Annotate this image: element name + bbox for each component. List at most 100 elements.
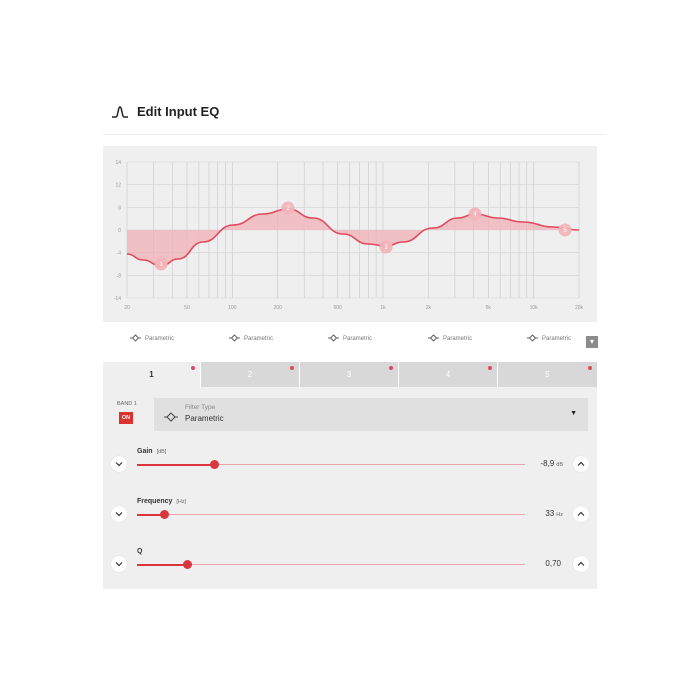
band-on-toggle[interactable]: ON	[119, 412, 133, 424]
chevron-up-icon	[577, 561, 585, 566]
band-active-dot	[588, 366, 592, 370]
y-tick-label: 14	[115, 160, 121, 166]
param-label: Frequency [Hz]	[137, 498, 186, 505]
parametric-filter-icon	[527, 334, 538, 344]
band-strip-label: Parametric	[343, 336, 373, 342]
gain-decrease-button[interactable]	[111, 456, 127, 472]
band-label: BAND 1	[117, 401, 137, 407]
tab-band-1[interactable]: 1	[103, 362, 200, 387]
gain-increase-button[interactable]	[573, 456, 589, 472]
frequency-control: Frequency [Hz] 33 Hz	[103, 498, 597, 534]
tab-band-4[interactable]: 4	[399, 362, 497, 387]
x-tick-label: 500	[333, 305, 342, 311]
param-unit: [Hz]	[176, 499, 187, 505]
x-tick-label: 10k	[530, 305, 539, 311]
tab-band-3[interactable]: 3	[300, 362, 398, 387]
chevron-down-icon	[115, 512, 123, 517]
param-name: Frequency	[137, 498, 173, 505]
filter-type-caption: Filter Type	[185, 404, 216, 411]
q-slider-fill	[137, 563, 188, 566]
x-tick-label: 100	[228, 305, 237, 311]
tab-label: 5	[545, 370, 550, 379]
band-strip-menu-button[interactable]: ▾	[586, 336, 598, 348]
q-control: Q 0,70	[103, 548, 597, 584]
q-value: 0,70	[545, 559, 563, 568]
param-label: Q	[137, 548, 146, 555]
gain-slider-handle[interactable]	[210, 460, 220, 469]
filter-type-select[interactable]: Filter Type Parametric ▼	[154, 398, 588, 431]
x-tick-label: 20k	[575, 305, 584, 311]
parametric-filter-icon	[130, 334, 141, 344]
x-tick-label: 20	[124, 305, 130, 311]
tab-band-2[interactable]: 2	[201, 362, 299, 387]
x-tick-label: 50	[184, 305, 190, 311]
band-settings-panel: BAND 1 ON Filter Type Parametric ▼ Gain[…	[103, 387, 597, 589]
panel-header: Edit Input EQ	[111, 104, 219, 119]
y-tick-label: -4	[117, 251, 122, 257]
y-tick-label: 8	[118, 205, 121, 211]
param-value-text: 33	[545, 509, 555, 518]
chevron-up-icon	[577, 461, 585, 466]
frequency-increase-button[interactable]	[573, 506, 589, 522]
band-strip-item[interactable]: Parametric	[527, 334, 571, 344]
tab-label: 2	[247, 370, 253, 379]
band-active-dot	[191, 366, 195, 370]
page-title: Edit Input EQ	[137, 104, 220, 119]
param-value-text: 0,70	[545, 559, 561, 568]
gain-value: -8,9 dB	[540, 459, 563, 468]
chevron-up-icon	[577, 511, 585, 516]
band-strip-label: Parametric	[145, 336, 175, 342]
band-strip-label: Parametric	[244, 336, 274, 342]
y-tick-label: -8	[117, 273, 122, 279]
frequency-value: 33 Hz	[545, 509, 563, 518]
filter-type-value: Parametric	[185, 414, 224, 423]
header-divider	[103, 134, 606, 135]
chevron-down-icon: ▾	[589, 337, 594, 346]
band-tabs: 1 2 3 4 5	[103, 362, 597, 387]
tab-label: 3	[346, 370, 352, 379]
tab-band-5[interactable]: 5	[498, 362, 597, 387]
bell-curve-icon	[111, 105, 129, 118]
q-increase-button[interactable]	[573, 556, 589, 572]
band-active-dot	[488, 366, 492, 370]
x-tick-label: 5k	[486, 305, 492, 311]
caret-down-icon: ▼	[570, 410, 577, 417]
frequency-slider-handle[interactable]	[159, 510, 169, 519]
param-name: Q	[137, 548, 143, 555]
param-label: Gain [dB]	[137, 448, 166, 455]
parametric-filter-icon	[164, 409, 178, 427]
x-tick-label: 200	[273, 305, 282, 311]
band-strip-label: Parametric	[542, 336, 572, 342]
q-slider[interactable]	[137, 560, 525, 569]
param-value-unit: dB	[556, 462, 563, 468]
band-strip-item[interactable]: Parametric	[130, 334, 174, 344]
gain-slider[interactable]	[137, 460, 525, 469]
y-tick-label: -14	[114, 296, 121, 302]
q-decrease-button[interactable]	[111, 556, 127, 572]
q-slider-handle[interactable]	[182, 560, 192, 569]
eq-graph[interactable]: 14 12 8 0 -4 -8 -14 20 50 100 200 500 1k 2k 5k 10k 20k 1 2…	[103, 146, 597, 322]
band-active-dot	[389, 366, 393, 370]
eq-graph-canvas[interactable]: 141280-4-8-1420 50 100 200 500 1k 2k 5k 10k 20k12…	[103, 146, 597, 322]
chevron-down-icon	[115, 462, 123, 467]
y-tick-label: 0	[118, 228, 121, 234]
parametric-filter-icon	[328, 334, 339, 344]
parametric-filter-icon	[428, 334, 439, 344]
param-name: Gain	[137, 448, 153, 455]
band-strip-item[interactable]: Parametric	[328, 334, 372, 344]
band-strip-item[interactable]: Parametric	[229, 334, 273, 344]
band-active-dot	[290, 366, 294, 370]
param-unit: [dB]	[156, 449, 167, 455]
band-strip-item[interactable]: Parametric	[428, 334, 472, 344]
x-tick-label: 1k	[380, 305, 386, 311]
param-value-unit: Hz	[556, 512, 563, 518]
parametric-filter-icon	[229, 334, 240, 344]
param-value-text: -8,9	[540, 459, 555, 468]
frequency-slider[interactable]	[137, 510, 525, 519]
chevron-down-icon	[115, 562, 123, 567]
y-tick-label: 12	[115, 183, 121, 189]
tab-label: 1	[149, 370, 154, 379]
x-tick-label: 2k	[426, 305, 432, 311]
frequency-decrease-button[interactable]	[111, 506, 127, 522]
band-strip: Parametric Parametric Parametric Paramet…	[103, 334, 600, 352]
